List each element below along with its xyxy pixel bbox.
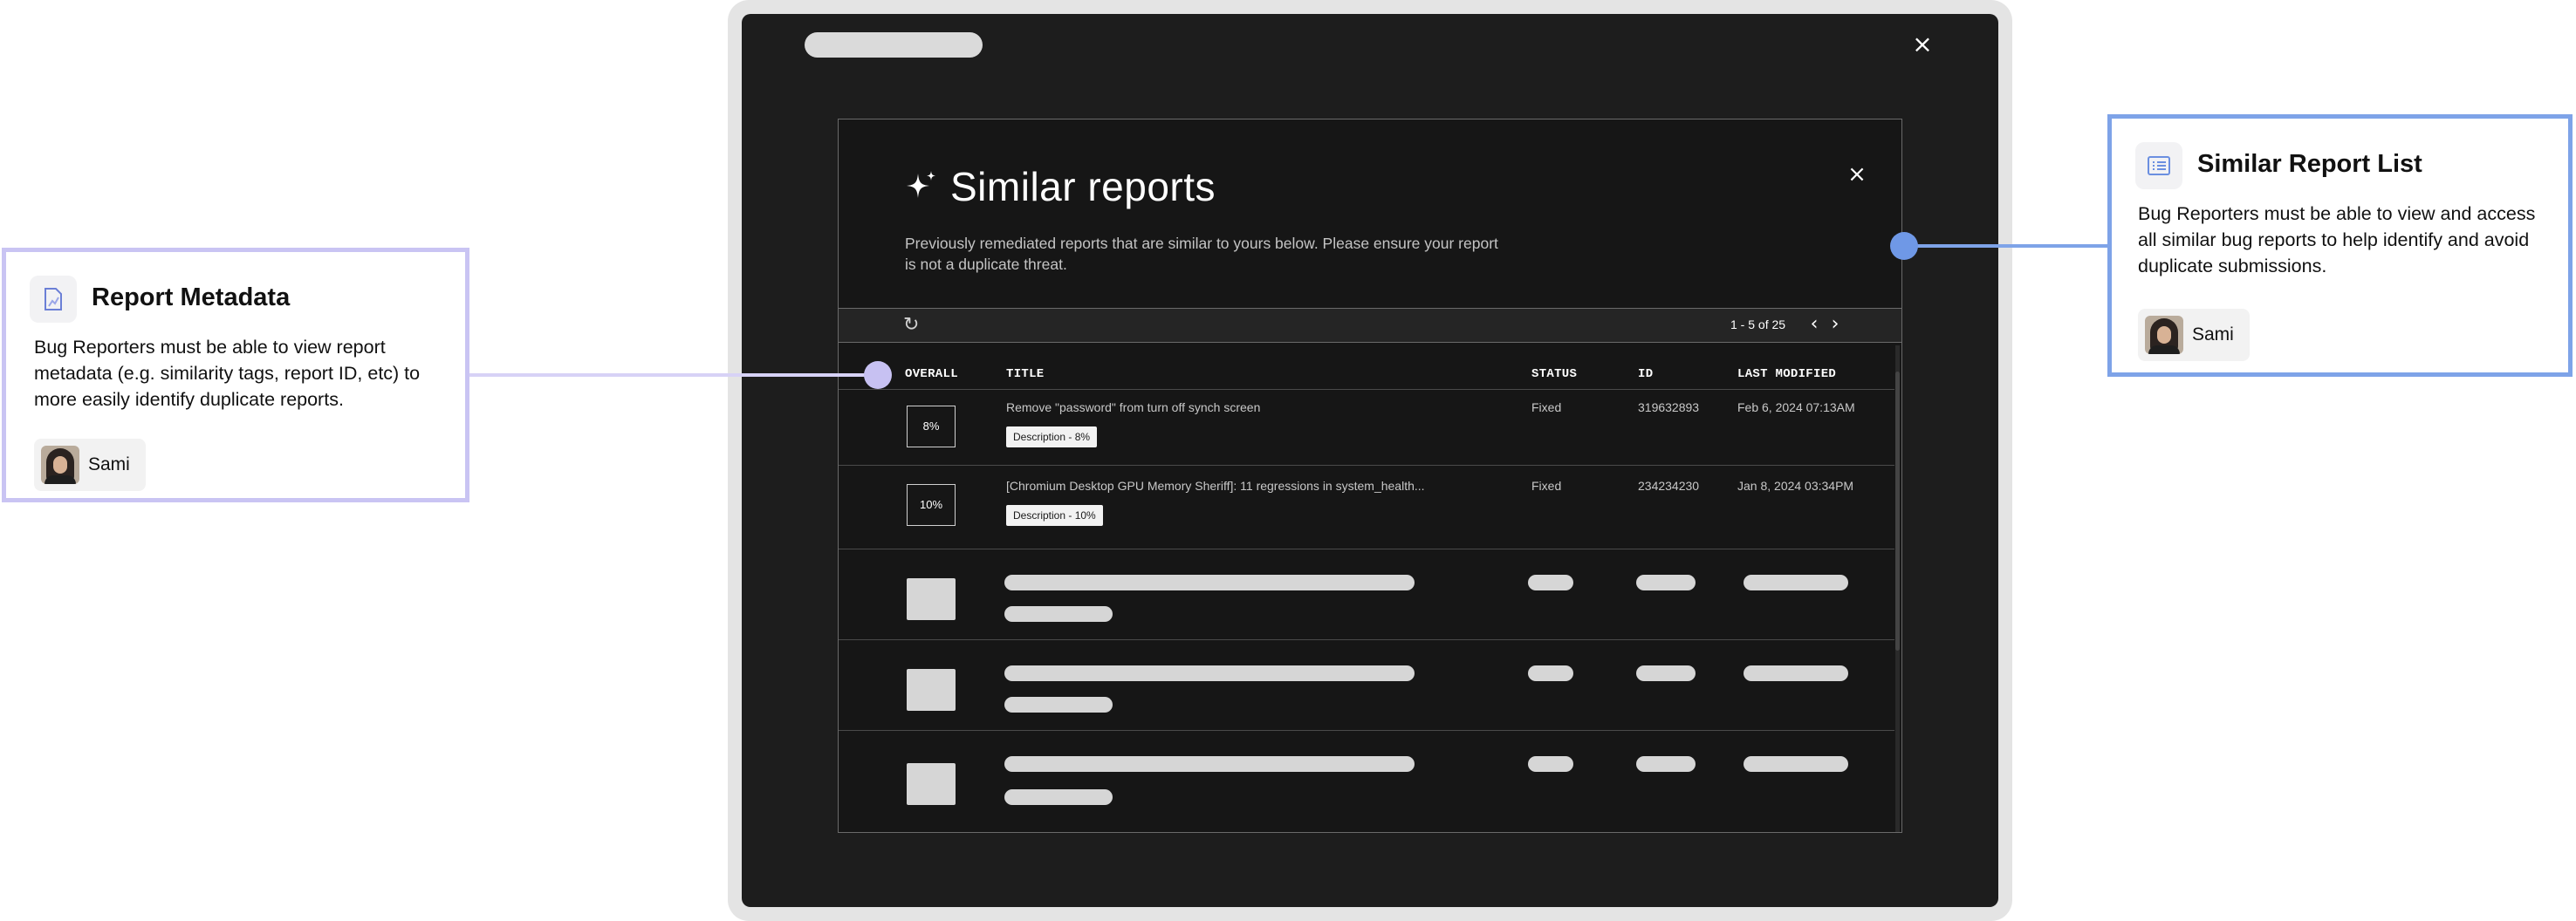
- skeleton-score: [907, 578, 956, 620]
- report-title-link[interactable]: Remove "password" from turn off synch sc…: [1006, 400, 1260, 414]
- similar-reports-dialog: Similar reports × Previously remediated …: [838, 119, 1902, 833]
- skeleton-status: [1528, 575, 1573, 590]
- similarity-score: 8%: [907, 406, 956, 447]
- row-divider: [839, 639, 1894, 640]
- list-icon: [2135, 142, 2182, 189]
- sparkle-icon: [905, 170, 938, 203]
- annotation-title: Report Metadata: [92, 283, 291, 311]
- last-modified: Feb 6, 2024 07:13AM: [1737, 400, 1855, 414]
- person-chip: Sami: [2138, 309, 2250, 361]
- annotation-body: Bug Reporters must be able to view repor…: [34, 337, 421, 410]
- skeleton-date: [1744, 665, 1848, 681]
- similarity-tag: Description - 8%: [1006, 426, 1098, 447]
- report-id: 319632893: [1638, 400, 1700, 414]
- similarity-score: 10%: [907, 484, 956, 526]
- dialog-header: Similar reports: [905, 163, 1216, 210]
- refresh-icon[interactable]: ↻: [903, 315, 924, 336]
- pagination-label: 1 - 5 of 25: [1730, 317, 1786, 331]
- skeleton-title: [1004, 756, 1415, 772]
- skeleton-status: [1528, 665, 1573, 681]
- skeleton-title: [1004, 575, 1415, 590]
- skeleton-date: [1744, 756, 1848, 772]
- column-header-id[interactable]: ID: [1638, 367, 1653, 381]
- report-title-link[interactable]: [Chromium Desktop GPU Memory Sheriff]: 1…: [1006, 479, 1425, 493]
- skeleton-tag: [1004, 697, 1113, 713]
- column-header-overall[interactable]: OVERALL: [905, 367, 958, 381]
- title-placeholder: [805, 32, 983, 58]
- report-metadata-annotation: Report Metadata Bug Reporters must be ab…: [2, 248, 469, 502]
- column-header-status[interactable]: STATUS: [1531, 367, 1577, 381]
- status-text: Fixed: [1531, 400, 1562, 414]
- scrollbar-thumb[interactable]: [1895, 372, 1900, 651]
- annotation-marker: [864, 361, 892, 389]
- skeleton-status: [1528, 756, 1573, 772]
- status-text: Fixed: [1531, 479, 1562, 493]
- column-header-title[interactable]: TITLE: [1006, 367, 1045, 381]
- avatar: [2145, 316, 2183, 354]
- table-scrollbar[interactable]: [1895, 345, 1900, 832]
- dialog-title: Similar reports: [950, 164, 1216, 209]
- person-name: Sami: [88, 454, 130, 474]
- report-icon: [30, 276, 77, 323]
- skeleton-id: [1636, 575, 1696, 590]
- person-chip: Sami: [34, 439, 146, 491]
- skeleton-tag: [1004, 789, 1113, 805]
- row-divider: [839, 465, 1894, 466]
- skeleton-id: [1636, 756, 1696, 772]
- skeleton-title: [1004, 665, 1415, 681]
- skeleton-tag: [1004, 606, 1113, 622]
- annotation-connector: [1902, 244, 2108, 248]
- skeleton-id: [1636, 665, 1696, 681]
- column-header-last-modified[interactable]: LAST MODIFIED: [1737, 367, 1836, 381]
- table-toolbar: ↻ 1 - 5 of 25 ‹ ›: [839, 308, 1901, 343]
- dialog-description: Previously remediated reports that are s…: [905, 235, 1498, 273]
- avatar: [41, 446, 79, 484]
- close-icon[interactable]: ×: [1846, 163, 1868, 186]
- row-divider: [839, 389, 1894, 390]
- similarity-tag: Description - 10%: [1006, 505, 1103, 526]
- skeleton-score: [907, 763, 956, 805]
- report-id: 234234230: [1638, 479, 1700, 493]
- skeleton-date: [1744, 575, 1848, 590]
- similar-report-list-annotation: Similar Report List Bug Reporters must b…: [2107, 114, 2573, 377]
- last-modified: Jan 8, 2024 03:34PM: [1737, 479, 1854, 493]
- row-divider: [839, 730, 1894, 731]
- annotation-connector: [469, 373, 880, 377]
- annotation-title: Similar Report List: [2197, 150, 2422, 178]
- annotation-body: Bug Reporters must be able to view and a…: [2138, 203, 2536, 276]
- annotation-marker: [1890, 232, 1918, 260]
- person-name: Sami: [2192, 324, 2234, 345]
- skeleton-score: [907, 669, 956, 711]
- close-icon[interactable]: ×: [1911, 32, 1934, 57]
- chevron-left-icon[interactable]: ‹: [1804, 313, 1825, 336]
- chevron-right-icon[interactable]: ›: [1825, 313, 1846, 336]
